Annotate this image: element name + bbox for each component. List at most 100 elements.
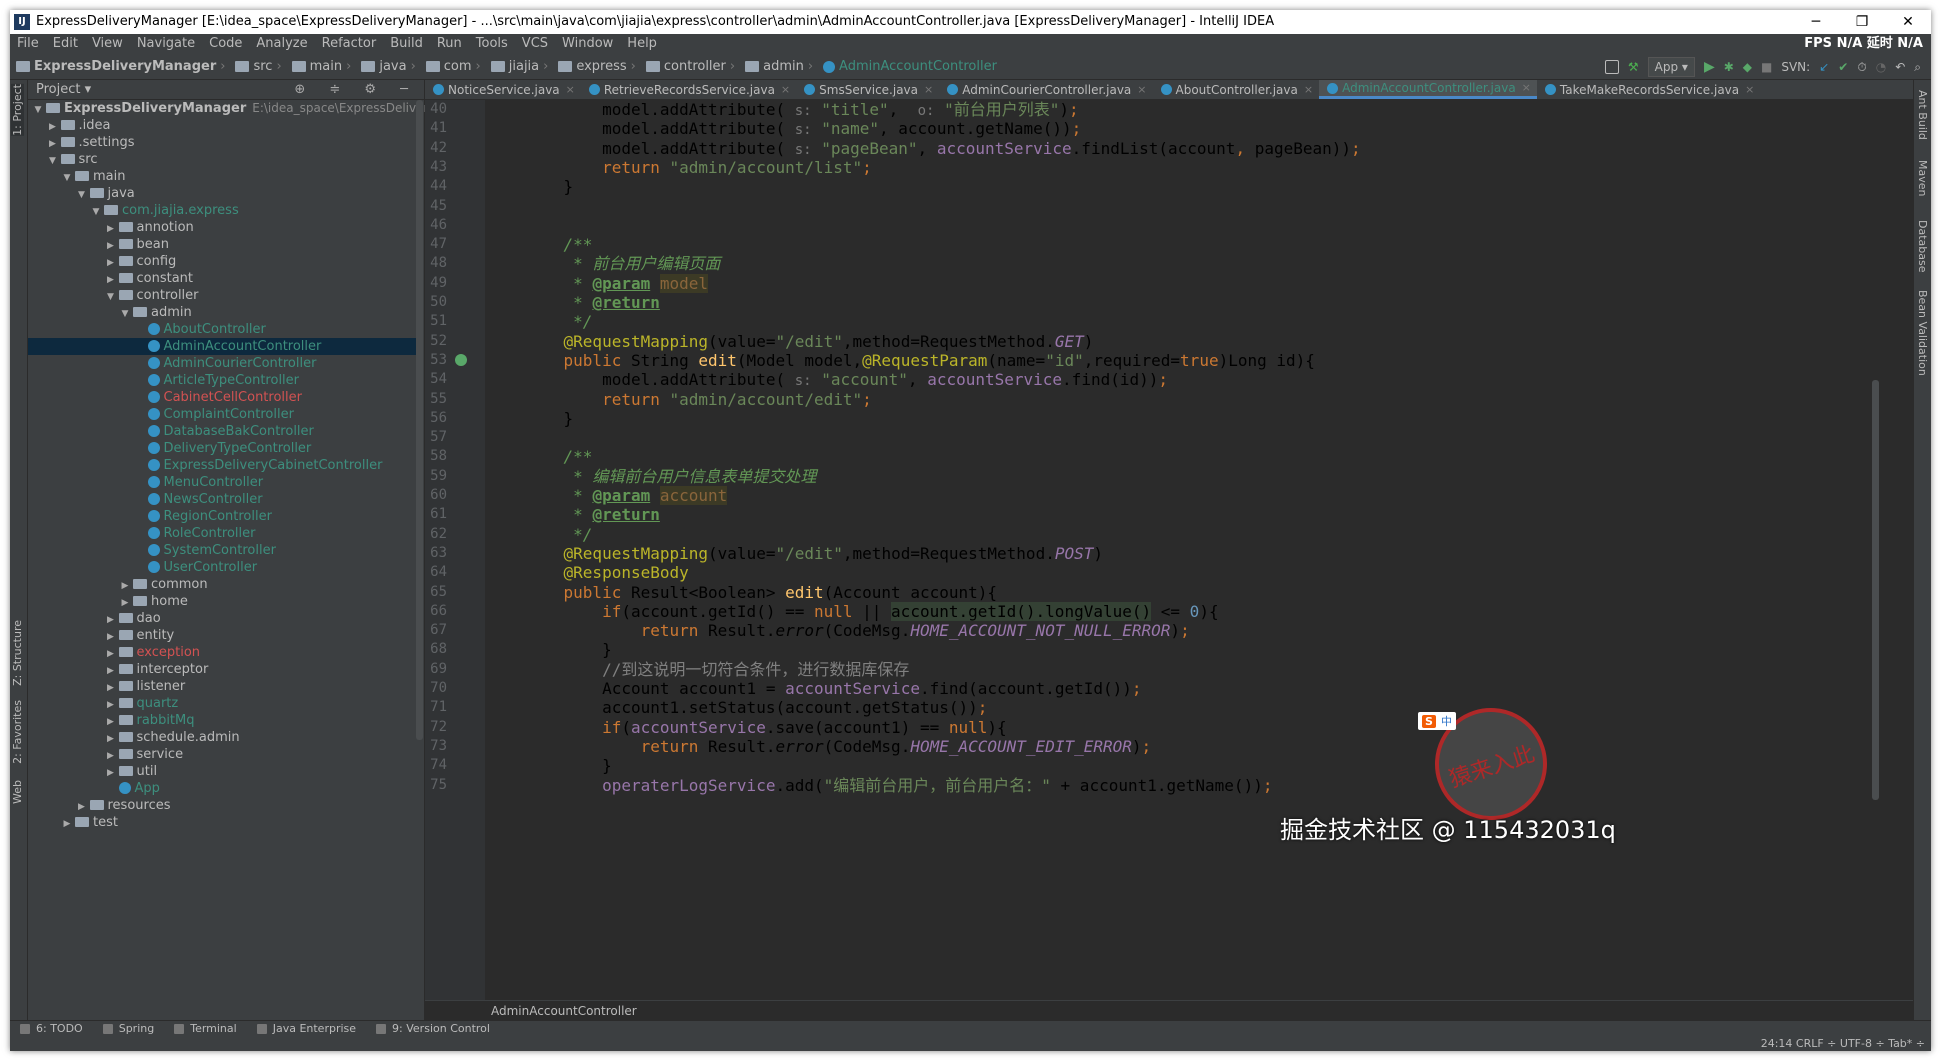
code-line[interactable]: 70 Account account1 = accountService.fin… [425,679,1885,698]
java-enterprise-tool-button[interactable]: Java Enterprise [247,1021,366,1036]
code-line[interactable]: 56 } [425,409,1885,428]
ant-build-tool-tab[interactable]: Ant Build [1916,90,1929,140]
svn-update-icon[interactable]: ↙ [1819,54,1829,80]
crumb-project[interactable]: ExpressDeliveryManager › [10,54,229,79]
code-line[interactable]: 74 } [425,756,1885,775]
code-area[interactable]: 40 model.addAttribute( s: "title", o: "前… [425,100,1885,1000]
code-line[interactable]: 47 /** [425,235,1885,254]
tree-item[interactable]: ▶ annotion [28,219,420,236]
close-tab-icon[interactable]: × [781,80,790,100]
tree-item[interactable]: ▶ resources [28,797,420,814]
code-line[interactable]: 60 * @param account [425,486,1885,505]
tree-item[interactable]: ▶ test [28,814,420,831]
menu-build[interactable]: Build [383,34,430,54]
project-panel-icons[interactable]: ⊕ ≑ ⚙ ─ [294,80,418,100]
editor-tab[interactable]: TakeMakeRecordsService.java × [1537,80,1760,99]
code-line[interactable]: 67 return Result.error(CodeMsg.HOME_ACCO… [425,621,1885,640]
maven-tool-tab[interactable]: Maven [1916,160,1929,196]
menu-run[interactable]: Run [430,34,469,54]
code-line[interactable]: 68 } [425,640,1885,659]
code-line[interactable]: 45 [425,197,1885,216]
menu-refactor[interactable]: Refactor [315,34,384,54]
code-line[interactable]: 46 [425,216,1885,235]
expand-arrow-icon[interactable]: ▶ [61,816,73,833]
tree-item[interactable]: RegionController [28,508,420,525]
tree-item[interactable]: ▶ schedule.admin [28,729,420,746]
tree-item[interactable]: NewsController [28,491,420,508]
crumb-src[interactable]: src › [229,54,285,79]
terminal-tool-button[interactable]: Terminal [164,1021,247,1036]
tree-item[interactable]: SystemController [28,542,420,559]
tree-item[interactable]: ▼ ExpressDeliveryManager E:\idea_space\Exp… [28,100,489,117]
svn-compare-icon[interactable]: ◔ [1876,54,1886,80]
menu-tools[interactable]: Tools [469,34,515,54]
tree-item[interactable]: ▼ controller [28,287,420,304]
code-line[interactable]: 69 //到这说明一切符合条件，进行数据库保存 [425,660,1885,679]
tree-item[interactable]: ▶ exception [28,644,420,661]
build-hammer-icon[interactable]: ⚒ [1628,54,1639,80]
editor-tab[interactable]: NoticeService.java × [425,80,581,99]
code-line[interactable]: 43 return "admin/account/list"; [425,158,1885,177]
crumb-express[interactable]: express › [552,54,640,79]
code-line[interactable]: 64 @ResponseBody [425,563,1885,582]
version-control-tool-button[interactable]: 9: Version Control [366,1021,500,1036]
tree-item[interactable]: ▶ common [28,576,420,593]
tree-scrollbar[interactable] [416,100,423,740]
status-info[interactable]: 24:14 CRLF ÷ UTF-8 ÷ Tab* ÷ [1761,1036,1925,1051]
tree-item[interactable]: ▶ constant [28,270,420,287]
code-line[interactable]: 54 model.addAttribute( s: "account", acc… [425,370,1885,389]
close-button[interactable]: ✕ [1885,10,1931,34]
crumb-current-class[interactable]: AdminAccountController [817,54,1001,79]
tree-item[interactable]: ExpressDeliveryCabinetController [28,457,420,474]
code-line[interactable]: 66 if(account.getId() == null || account… [425,601,1885,621]
close-tab-icon[interactable]: × [1304,80,1313,100]
crumb-com[interactable]: com › [420,54,485,79]
search-everywhere-icon[interactable]: ⌕ [1914,54,1921,80]
run-icon[interactable]: ▶ [1704,54,1715,80]
code-line[interactable]: 59 * 编辑前台用户信息表单提交处理 [425,467,1885,486]
menu-navigate[interactable]: Navigate [130,34,202,54]
menu-file[interactable]: File [10,34,46,54]
close-tab-icon[interactable]: × [1137,80,1146,100]
code-line[interactable]: 42 model.addAttribute( s: "pageBean", ac… [425,139,1885,158]
menu-help[interactable]: Help [620,34,664,54]
code-line[interactable]: 51 */ [425,312,1885,331]
tree-item[interactable]: ▶ quartz [28,695,420,712]
code-line[interactable]: 73 return Result.error(CodeMsg.HOME_ACCO… [425,737,1885,756]
code-line[interactable]: 71 account1.setStatus(account.getStatus(… [425,698,1885,717]
tree-item[interactable]: ▶ listener [28,678,420,695]
minimize-button[interactable]: ─ [1793,10,1839,34]
menu-view[interactable]: View [85,34,130,54]
tree-item[interactable]: ▼ src [28,151,420,168]
menu-edit[interactable]: Edit [46,34,85,54]
close-tab-icon[interactable]: × [1522,78,1531,98]
tree-item[interactable]: AdminAccountController [28,338,420,355]
menu-analyze[interactable]: Analyze [249,34,314,54]
close-tab-icon[interactable]: × [924,80,933,100]
svn-commit-icon[interactable]: ✔ [1838,54,1848,80]
tree-item[interactable]: ArticleTypeController [28,372,420,389]
code-line[interactable]: 62 */ [425,525,1885,544]
tree-item[interactable]: ▶ service [28,746,420,763]
code-line[interactable]: 65 public Result<Boolean> edit(Account a… [425,583,1885,602]
code-line[interactable]: 49 * @param model [425,273,1885,293]
spring-mapping-icon[interactable] [455,353,467,366]
tree-item[interactable]: ▶ config [28,253,420,270]
tree-item[interactable]: App [28,780,420,797]
tree-item[interactable]: DeliveryTypeController [28,440,420,457]
code-line[interactable]: 72 if(accountService.save(account1) == n… [425,718,1885,737]
editor-scrollbar[interactable] [1872,380,1879,800]
svn-history-icon[interactable]: ⏱ [1857,54,1866,80]
tree-item[interactable]: ▶ interceptor [28,661,420,678]
database-tool-tab[interactable]: Database [1916,220,1929,273]
project-structure-icon[interactable] [1604,60,1619,74]
ime-mode[interactable]: 中 [1441,713,1452,729]
stop-icon[interactable]: ■ [1761,54,1772,80]
code-line[interactable]: 41 model.addAttribute( s: "name", accoun… [425,119,1885,138]
code-line[interactable]: 50 * @return [425,293,1885,312]
crumb-admin[interactable]: admin › [739,54,817,79]
tree-item[interactable]: CabinetCellController [28,389,420,406]
editor-breadcrumb[interactable]: AdminAccountController [425,1000,1913,1020]
debug-icon[interactable]: ✱ [1724,54,1734,80]
code-line[interactable]: 58 /** [425,447,1885,466]
